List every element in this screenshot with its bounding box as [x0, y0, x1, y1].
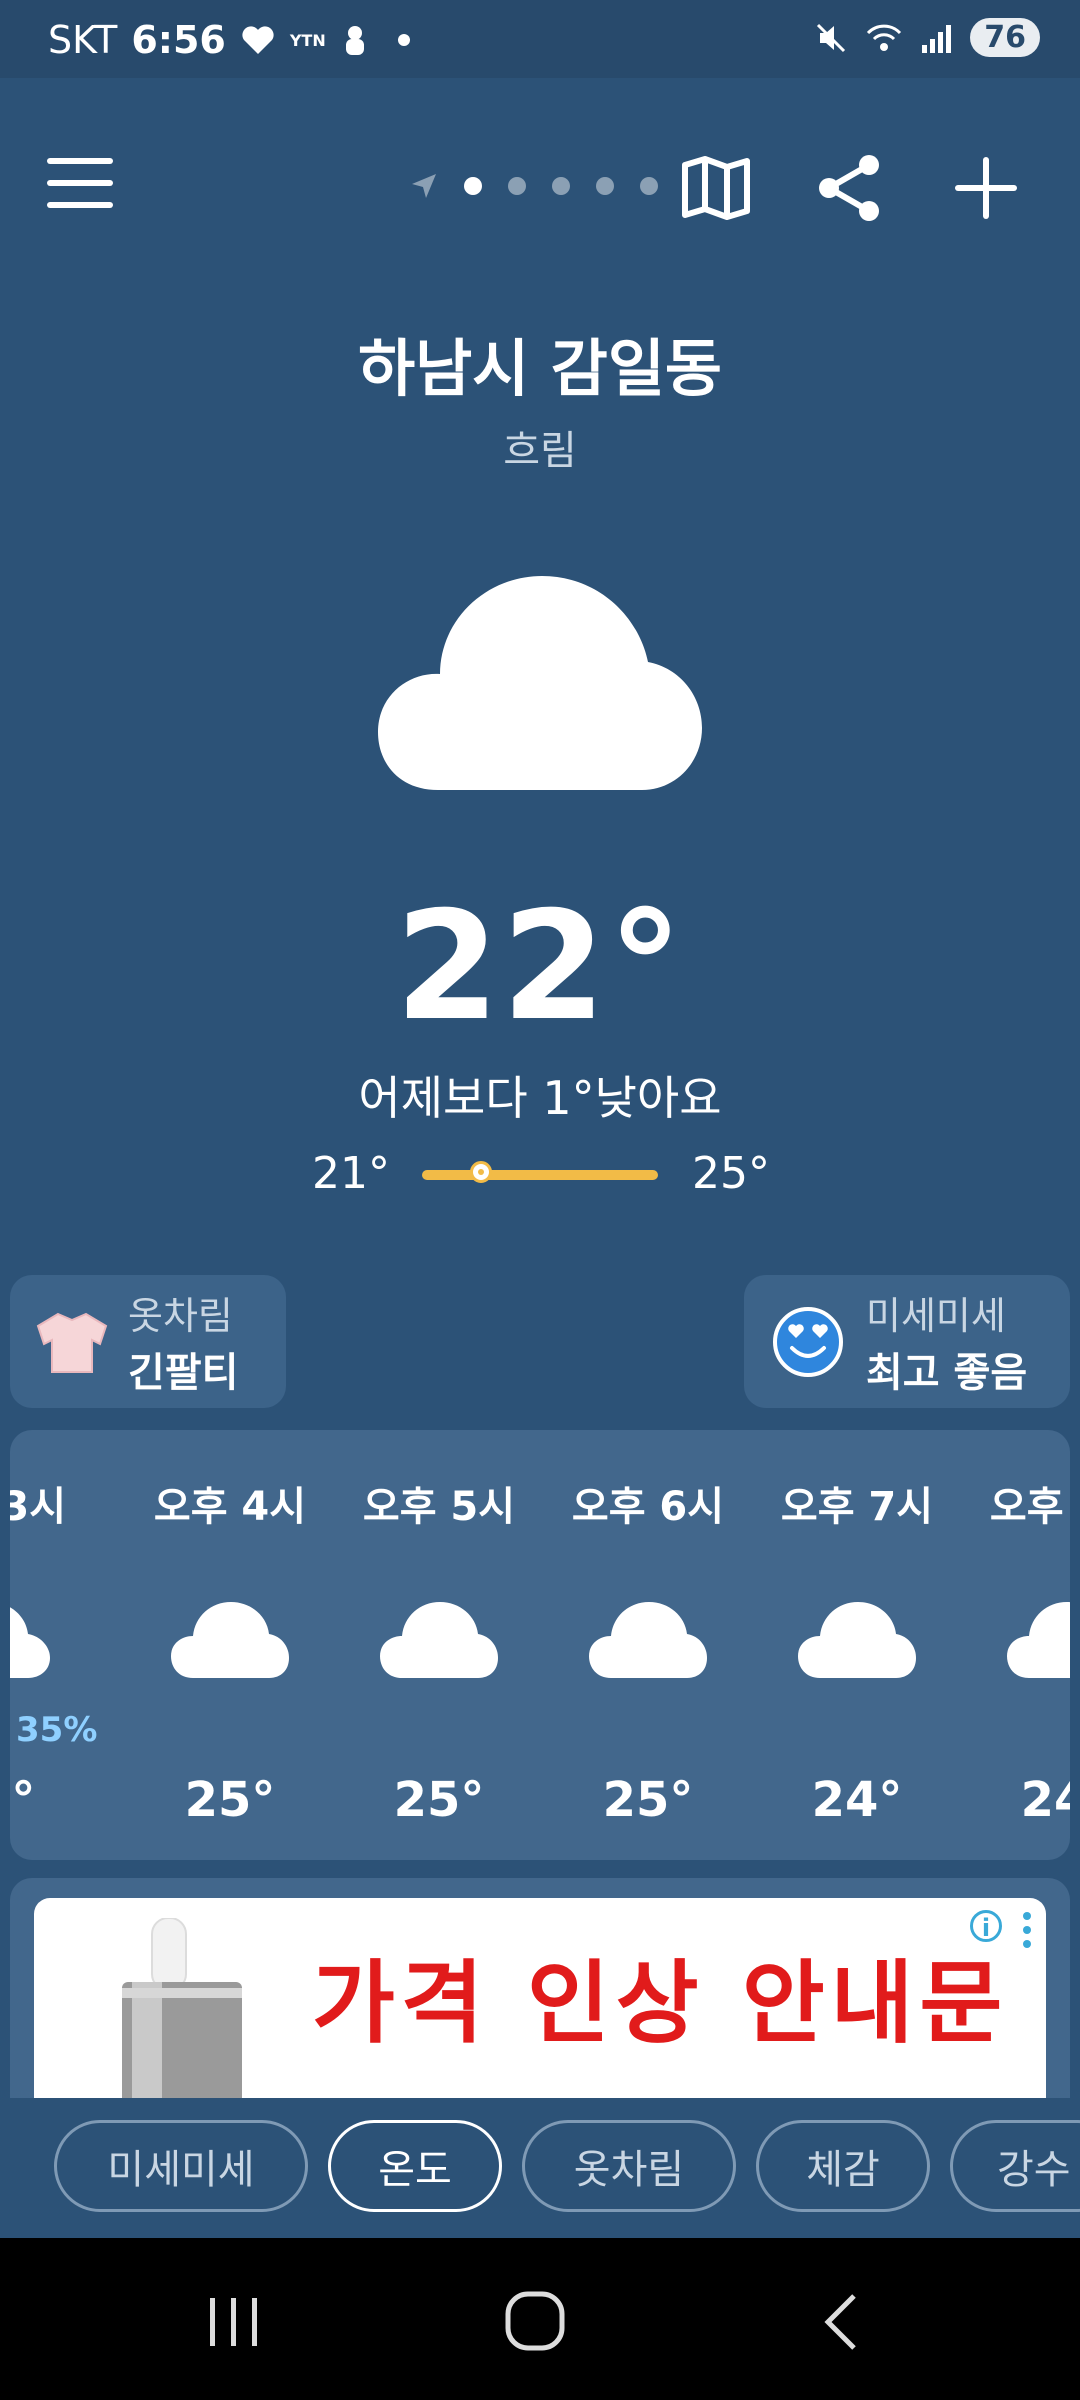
status-right: 76: [814, 18, 1040, 57]
temperature-comparison: 어제보다 1°낮아요: [358, 1071, 722, 1125]
hour-label: 오후 7시: [780, 1484, 934, 1530]
smiley-heart-eyes-icon: [773, 1306, 843, 1377]
menu-button[interactable]: [40, 148, 120, 218]
current-temperature: 22°: [395, 880, 685, 1054]
clock: 6:56: [131, 18, 226, 62]
map-icon: [682, 156, 750, 220]
tab-clothing[interactable]: 옷차림: [522, 2120, 736, 2212]
hour-temperature: 25°: [393, 1772, 485, 1828]
hour-temperature: 24°: [1020, 1772, 1070, 1828]
page-dot[interactable]: [464, 177, 482, 195]
page-indicator[interactable]: [410, 172, 658, 200]
cloud-icon: [380, 1602, 498, 1678]
hour-item[interactable]: 오후 4시 25°: [130, 1430, 330, 1860]
ad-banner[interactable]: 가격 인상 안내문 i: [34, 1898, 1046, 2098]
dust-chip[interactable]: 미세미세 최고 좋음: [744, 1275, 1070, 1408]
tab-feels-like[interactable]: 체감: [756, 2120, 930, 2212]
hour-temperature: 25°: [184, 1772, 276, 1828]
hour-item[interactable]: 오후 6시 25°: [548, 1430, 748, 1860]
current-temp-marker: [470, 1161, 492, 1183]
share-button[interactable]: [810, 150, 890, 226]
hour-temperature: 25°: [602, 1772, 694, 1828]
battery-indicator: 76: [970, 18, 1040, 57]
back-icon[interactable]: [818, 2290, 866, 2354]
location-arrow-icon: [412, 174, 436, 198]
location-title: 하남시 감일동: [358, 332, 722, 405]
page-dot[interactable]: [640, 177, 658, 195]
product-bottle-image: [122, 1918, 242, 2098]
carrier-label: SKT: [48, 18, 118, 62]
map-button[interactable]: [676, 150, 756, 226]
high-temperature: 25°: [692, 1148, 770, 1199]
weather-condition: 흐림: [503, 428, 577, 474]
clothing-value: 긴팔티: [128, 1350, 239, 1396]
cloud-icon: [798, 1602, 916, 1678]
hour-label: 오후 5시: [362, 1484, 516, 1530]
hand-icon: [345, 26, 364, 55]
heart-icon: [242, 26, 274, 54]
hour-temperature: 24°: [811, 1772, 903, 1828]
hour-item[interactable]: 오후 5시 25°: [339, 1430, 539, 1860]
hour-label: 오후 6시: [571, 1484, 725, 1530]
cloud-icon: [589, 1602, 707, 1678]
tab-fine-dust[interactable]: 미세미세: [54, 2120, 308, 2212]
hourly-forecast[interactable]: 오후 3시 35% 24° 오후 4시 25° 오후 5시 25° 오후 6시 …: [10, 1430, 1070, 1860]
hour-item[interactable]: 오후 3시 35% 24°: [10, 1430, 97, 1860]
status-left: SKT 6:56 YTN: [48, 18, 410, 62]
low-temperature: 21°: [312, 1148, 390, 1199]
ad-more-icon[interactable]: [1022, 1910, 1032, 1950]
ad-info-icon[interactable]: i: [970, 1910, 1002, 1942]
clothing-chip[interactable]: 옷차림 긴팔티: [10, 1275, 286, 1408]
status-bar: SKT 6:56 YTN 76: [0, 0, 1080, 78]
add-location-button[interactable]: [946, 150, 1026, 226]
plus-icon: [955, 157, 1017, 219]
signal-icon: [922, 24, 952, 53]
rain-cloud-icon: [10, 1607, 50, 1678]
dust-caption: 미세미세: [866, 1294, 1006, 1338]
share-icon: [819, 155, 879, 221]
ytn-icon: YTN: [289, 30, 326, 50]
cloud-icon: [378, 576, 702, 790]
ad-card: 가격 인상 안내문 i: [10, 1878, 1070, 2098]
cloud-icon: [171, 1602, 289, 1678]
page-dot[interactable]: [508, 177, 526, 195]
hour-item[interactable]: 오후 8시 24°: [966, 1430, 1070, 1860]
temperature-range-bar: [422, 1170, 658, 1180]
category-tabs: 미세미세 온도 옷차림 체감 강수: [0, 2098, 1080, 2238]
mute-icon: [817, 23, 846, 52]
hour-label: 오후 4시: [153, 1484, 307, 1530]
notification-dot-icon: [397, 34, 410, 46]
dust-value: 최고 좋음: [866, 1350, 1028, 1396]
hour-temperature: 24°: [10, 1772, 36, 1828]
hour-label: 오후 8시: [989, 1484, 1070, 1530]
shirt-icon: [36, 1312, 108, 1373]
hour-label: 오후 3시: [10, 1484, 67, 1530]
tab-temperature[interactable]: 온도: [328, 2120, 502, 2212]
ad-headline: 가격 인상 안내문: [312, 1950, 1009, 2056]
recent-apps-icon[interactable]: [206, 2294, 262, 2350]
page-dot[interactable]: [552, 177, 570, 195]
tab-precipitation[interactable]: 강수: [950, 2120, 1080, 2212]
clothing-caption: 옷차림: [128, 1294, 233, 1338]
system-nav-bar: [0, 2238, 1080, 2400]
cloud-icon: [1007, 1602, 1070, 1678]
home-icon[interactable]: [504, 2290, 568, 2354]
hamburger-icon: [47, 158, 113, 208]
hour-item[interactable]: 오후 7시 24°: [757, 1430, 957, 1860]
wifi-icon: [867, 24, 902, 51]
page-dot[interactable]: [596, 177, 614, 195]
